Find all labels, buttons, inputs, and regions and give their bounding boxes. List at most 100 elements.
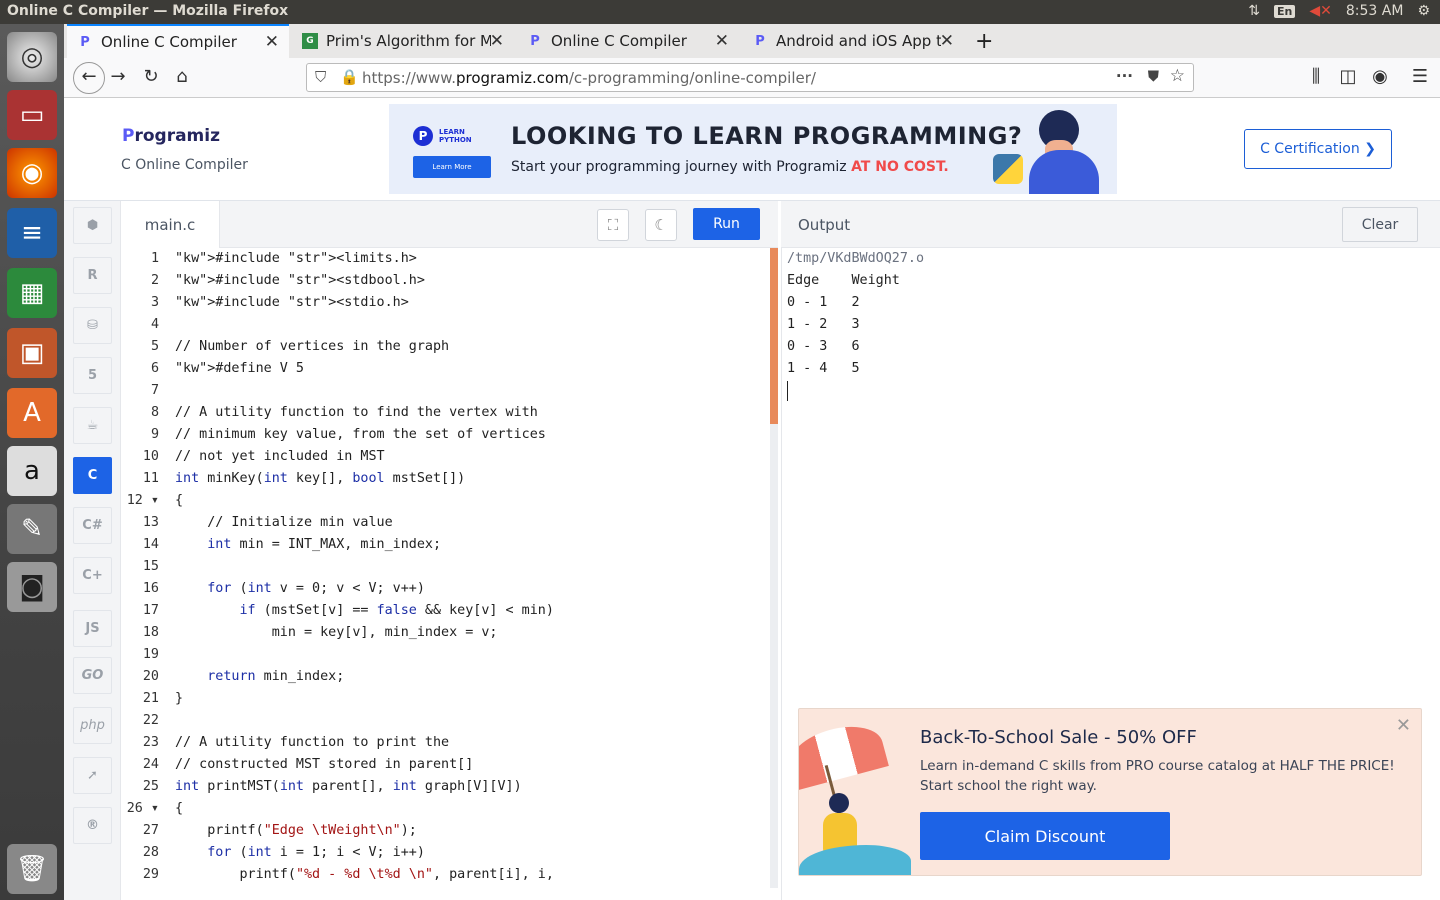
close-tab-icon[interactable]: ✕	[715, 31, 729, 51]
scrollbar-thumb[interactable]	[770, 248, 778, 424]
reload-icon[interactable]: ↻	[139, 66, 163, 87]
lang-python-icon[interactable]: ⬢	[73, 207, 112, 244]
amazon-icon[interactable]: a	[7, 446, 57, 496]
fullscreen-button[interactable]: ⛶	[597, 209, 629, 241]
code-line[interactable]: 29 printf("%d - %d \t%d \n", parent[i], …	[121, 864, 778, 886]
c-certification-button[interactable]: C Certification ❯	[1244, 129, 1392, 169]
code-line[interactable]: 9 // minimum key value, from the set of v…	[121, 424, 778, 446]
account-icon[interactable]: ◉	[1368, 66, 1392, 87]
logo-text: rogramiz	[134, 126, 220, 146]
firefox-icon[interactable]: ◉	[7, 148, 57, 198]
code-line[interactable]: 15	[121, 556, 778, 578]
lang-cpp-icon[interactable]: C+	[73, 557, 112, 594]
close-promo-icon[interactable]: ✕	[1396, 715, 1411, 736]
lang-js-icon[interactable]: JS	[73, 610, 112, 647]
tab-online-c-compiler[interactable]: P Online C Compiler ✕	[67, 24, 289, 58]
library-icon[interactable]: ⫼	[1304, 66, 1328, 87]
tab-online-c-compiler-2[interactable]: P Online C Compiler ✕	[517, 24, 739, 58]
tab-prims-algorithm[interactable]: G Prim's Algorithm for Mir ✕	[292, 24, 514, 58]
impress-icon[interactable]: ▣	[7, 328, 57, 378]
code-line[interactable]: 16 for (int v = 0; v < V; v++)	[121, 578, 778, 600]
lang-rust-icon[interactable]: ®	[73, 807, 112, 844]
code-line[interactable]: 5 // Number of vertices in the graph	[121, 336, 778, 358]
page-actions-icon[interactable]: ···	[1116, 67, 1133, 85]
lang-swift-icon[interactable]: ➚	[73, 757, 112, 794]
code-line[interactable]: 19	[121, 644, 778, 666]
claim-discount-button[interactable]: Claim Discount	[920, 812, 1170, 860]
home-icon[interactable]: ⌂	[170, 66, 194, 87]
calc-icon[interactable]: ▦	[7, 268, 57, 318]
shield-icon[interactable]: ⛉	[315, 68, 326, 86]
code-line[interactable]: 24 // constructed MST stored in parent[]	[121, 754, 778, 776]
code-line[interactable]: 14 int min = INT_MAX, min_index;	[121, 534, 778, 556]
lock-icon[interactable]: 🔒	[340, 68, 359, 86]
writer-icon[interactable]: ≡	[7, 208, 57, 258]
code-text: int minKey(int key[], bool mstSet[])	[175, 471, 466, 486]
file-tab-main-c[interactable]: main.c	[121, 201, 220, 248]
camera-icon[interactable]: ◙	[7, 562, 57, 612]
lang-go-icon[interactable]: GO	[73, 657, 112, 694]
lang-csharp-icon[interactable]: C#	[73, 507, 112, 544]
code-editor[interactable]: 1 "kw">#include "str"><limits.h> 2 "kw">#in…	[121, 248, 778, 900]
close-tab-icon[interactable]: ✕	[265, 32, 279, 52]
code-line[interactable]: 28 for (int i = 1; i < V; i++)	[121, 842, 778, 864]
trash-icon[interactable]: 🗑	[7, 844, 57, 894]
code-line[interactable]: 25 int printMST(int parent[], int graph[V…	[121, 776, 778, 798]
bookmark-star-icon[interactable]: ☆	[1170, 66, 1185, 86]
code-line[interactable]: 17 if (mstSet[v] == false && key[v] < mi…	[121, 600, 778, 622]
url-text[interactable]: https://www.programiz.com/c-programming/…	[362, 69, 816, 87]
network-icon[interactable]: ⇅	[1248, 3, 1260, 19]
code-line[interactable]: 10 // not yet included in MST	[121, 446, 778, 468]
tab-android-ios-app[interactable]: P Android and iOS App to ✕	[742, 24, 964, 58]
sidebar-icon[interactable]: ◫	[1336, 66, 1360, 87]
code-line[interactable]: 1 "kw">#include "str"><limits.h>	[121, 248, 778, 270]
lang-php-icon[interactable]: php	[73, 707, 112, 744]
system-tools-icon[interactable]: ✎	[7, 504, 57, 554]
close-tab-icon[interactable]: ✕	[490, 31, 504, 51]
close-tab-icon[interactable]: ✕	[940, 31, 954, 51]
forward-icon[interactable]: →	[106, 66, 130, 87]
lang-c-icon[interactable]: C	[73, 457, 112, 494]
programiz-logo[interactable]: Programiz	[122, 126, 220, 146]
new-tab-button[interactable]: +	[969, 24, 999, 58]
editor-scrollbar[interactable]	[770, 248, 778, 888]
output-line: 1 - 4 5	[787, 361, 860, 376]
lang-r-icon[interactable]: R	[73, 257, 112, 294]
ubuntu-dash-icon[interactable]: ◎	[7, 32, 57, 82]
code-line[interactable]: 22	[121, 710, 778, 732]
code-line[interactable]: 13 // Initialize min value	[121, 512, 778, 534]
code-line[interactable]: 7	[121, 380, 778, 402]
code-line[interactable]: 23 // A utility function to print the	[121, 732, 778, 754]
pocket-icon[interactable]: ⛊	[1148, 67, 1159, 85]
code-line[interactable]: 11 int minKey(int key[], bool mstSet[])	[121, 468, 778, 490]
dark-mode-button[interactable]: ☾	[645, 209, 677, 241]
keyboard-layout[interactable]: En	[1274, 4, 1296, 18]
clock[interactable]: 8:53 AM	[1346, 3, 1404, 19]
url-bar[interactable]: ⛉ 🔒 https://www.programiz.com/c-programm…	[306, 63, 1194, 92]
files-icon[interactable]: ▭	[7, 90, 57, 140]
lang-java-icon[interactable]: ☕	[73, 407, 112, 444]
menu-icon[interactable]: ☰	[1408, 66, 1432, 87]
code-line[interactable]: 21}	[121, 688, 778, 710]
clear-button[interactable]: Clear	[1342, 207, 1418, 242]
lang-sql-icon[interactable]: ⛁	[73, 307, 112, 344]
lang-html-icon[interactable]: 5	[73, 357, 112, 394]
run-button[interactable]: Run	[693, 208, 760, 240]
code-line[interactable]: 4	[121, 314, 778, 336]
settings-gear-icon[interactable]: ⚙	[1417, 3, 1430, 19]
software-center-icon[interactable]: A	[7, 388, 57, 438]
learn-more-button[interactable]: Learn More	[413, 156, 491, 178]
code-line[interactable]: 26 ▾ {	[121, 798, 778, 820]
code-line[interactable]: 18 min = key[v], min_index = v;	[121, 622, 778, 644]
code-line[interactable]: 6 "kw">#define V 5	[121, 358, 778, 380]
code-line[interactable]: 20 return min_index;	[121, 666, 778, 688]
code-line[interactable]: 12 ▾ {	[121, 490, 778, 512]
back-icon[interactable]: ←	[73, 62, 105, 94]
code-line[interactable]: 3 "kw">#include "str"><stdio.h>	[121, 292, 778, 314]
programiz-favicon-icon: P	[80, 34, 90, 50]
code-line[interactable]: 2 "kw">#include "str"><stdbool.h>	[121, 270, 778, 292]
code-line[interactable]: 27 printf("Edge \tWeight\n");	[121, 820, 778, 842]
volume-muted-icon[interactable]: ◀✕	[1309, 3, 1332, 19]
code-line[interactable]: 8 // A utility function to find the verte…	[121, 402, 778, 424]
ad-banner[interactable]: LEARN PYTHON P Learn More LOOKING TO LEAR…	[389, 104, 1117, 194]
